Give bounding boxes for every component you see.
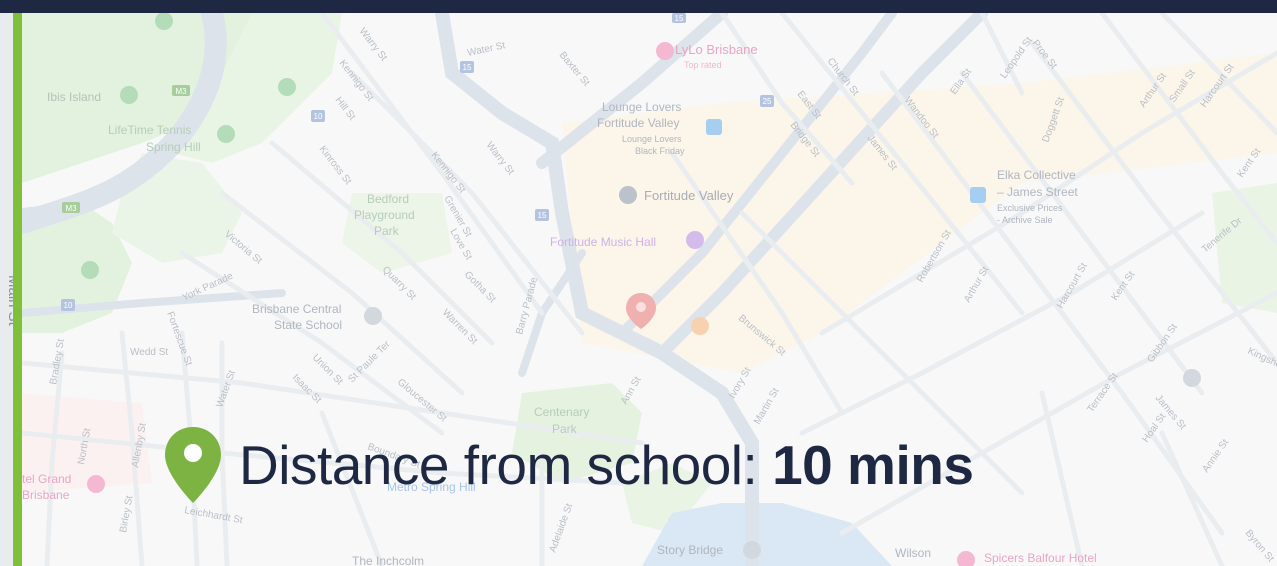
distance-caption: Distance from school: 10 mins	[163, 425, 974, 505]
main-st-street-label: Main St	[5, 275, 13, 327]
distance-text: Distance from school: 10 mins	[239, 433, 974, 497]
left-map-strip: Main St	[0, 13, 13, 566]
green-accent-bar	[13, 13, 22, 566]
distance-prefix: Distance from school:	[239, 434, 773, 496]
distance-value: 10 mins	[772, 434, 974, 496]
location-pin-icon	[165, 427, 221, 503]
top-header-bar	[0, 0, 1277, 13]
